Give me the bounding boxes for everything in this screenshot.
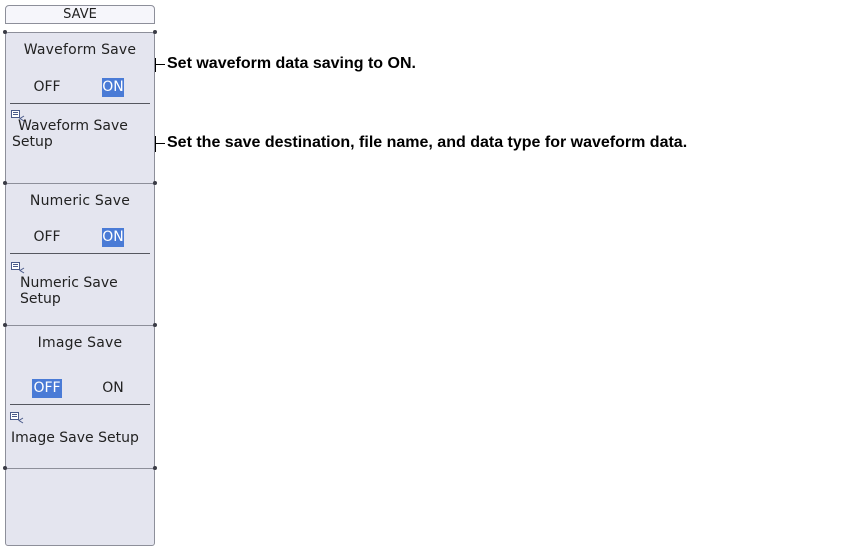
image-save-toggle[interactable]: OFF ON (6, 379, 154, 399)
waveform-save-setup-button[interactable]: Waveform Save Setup (6, 105, 154, 181)
divider (10, 103, 150, 104)
image-save-label: Image Save (37, 335, 123, 351)
numeric-save-toggle[interactable]: OFF ON (6, 228, 154, 248)
numeric-save-setup-line2: Setup (20, 291, 61, 307)
numeric-save-setup-line1: Numeric Save (20, 275, 118, 291)
divider (10, 404, 150, 405)
waveform-save-setup-line1: Waveform Save (18, 118, 128, 134)
waveform-save-on-option[interactable]: ON (102, 78, 124, 97)
annotation-waveform-setup: Set the save destination, file name, and… (167, 134, 688, 151)
empty-soft-key[interactable] (3, 466, 157, 546)
annotation-waveform-save: Set waveform data saving to ON. (167, 55, 416, 72)
waveform-save-toggle[interactable]: OFF ON (6, 78, 154, 98)
leader-line (155, 64, 165, 65)
waveform-save-off-option[interactable]: OFF (32, 78, 62, 97)
image-save-group: Image Save OFF ON Image Save Setup (3, 323, 157, 469)
numeric-save-off-option[interactable]: OFF (32, 228, 62, 247)
leader-line (155, 136, 156, 152)
image-save-on-option[interactable]: ON (102, 379, 124, 398)
save-menu-panel: SAVE Waveform Save OFF ON Waveform Save … (3, 5, 157, 546)
setup-dialog-icon (10, 412, 24, 424)
numeric-save-label: Numeric Save (29, 193, 131, 209)
numeric-save-setup-button[interactable]: Numeric Save Setup (6, 255, 154, 323)
waveform-save-label: Waveform Save (23, 42, 137, 58)
image-save-setup-line1: Image Save Setup (11, 430, 139, 446)
numeric-save-group: Numeric Save OFF ON Numeric Save Setup (3, 181, 157, 326)
waveform-save-setup-line2: Setup (12, 134, 53, 150)
divider (10, 253, 150, 254)
setup-dialog-icon (11, 262, 25, 274)
menu-title: SAVE (5, 5, 155, 24)
leader-line (155, 143, 165, 144)
image-save-off-option[interactable]: OFF (32, 379, 62, 398)
leader-line (155, 58, 156, 72)
waveform-save-group: Waveform Save OFF ON Waveform Save Setup (3, 30, 157, 184)
numeric-save-on-option[interactable]: ON (102, 228, 124, 247)
image-save-setup-button[interactable]: Image Save Setup (6, 406, 154, 466)
